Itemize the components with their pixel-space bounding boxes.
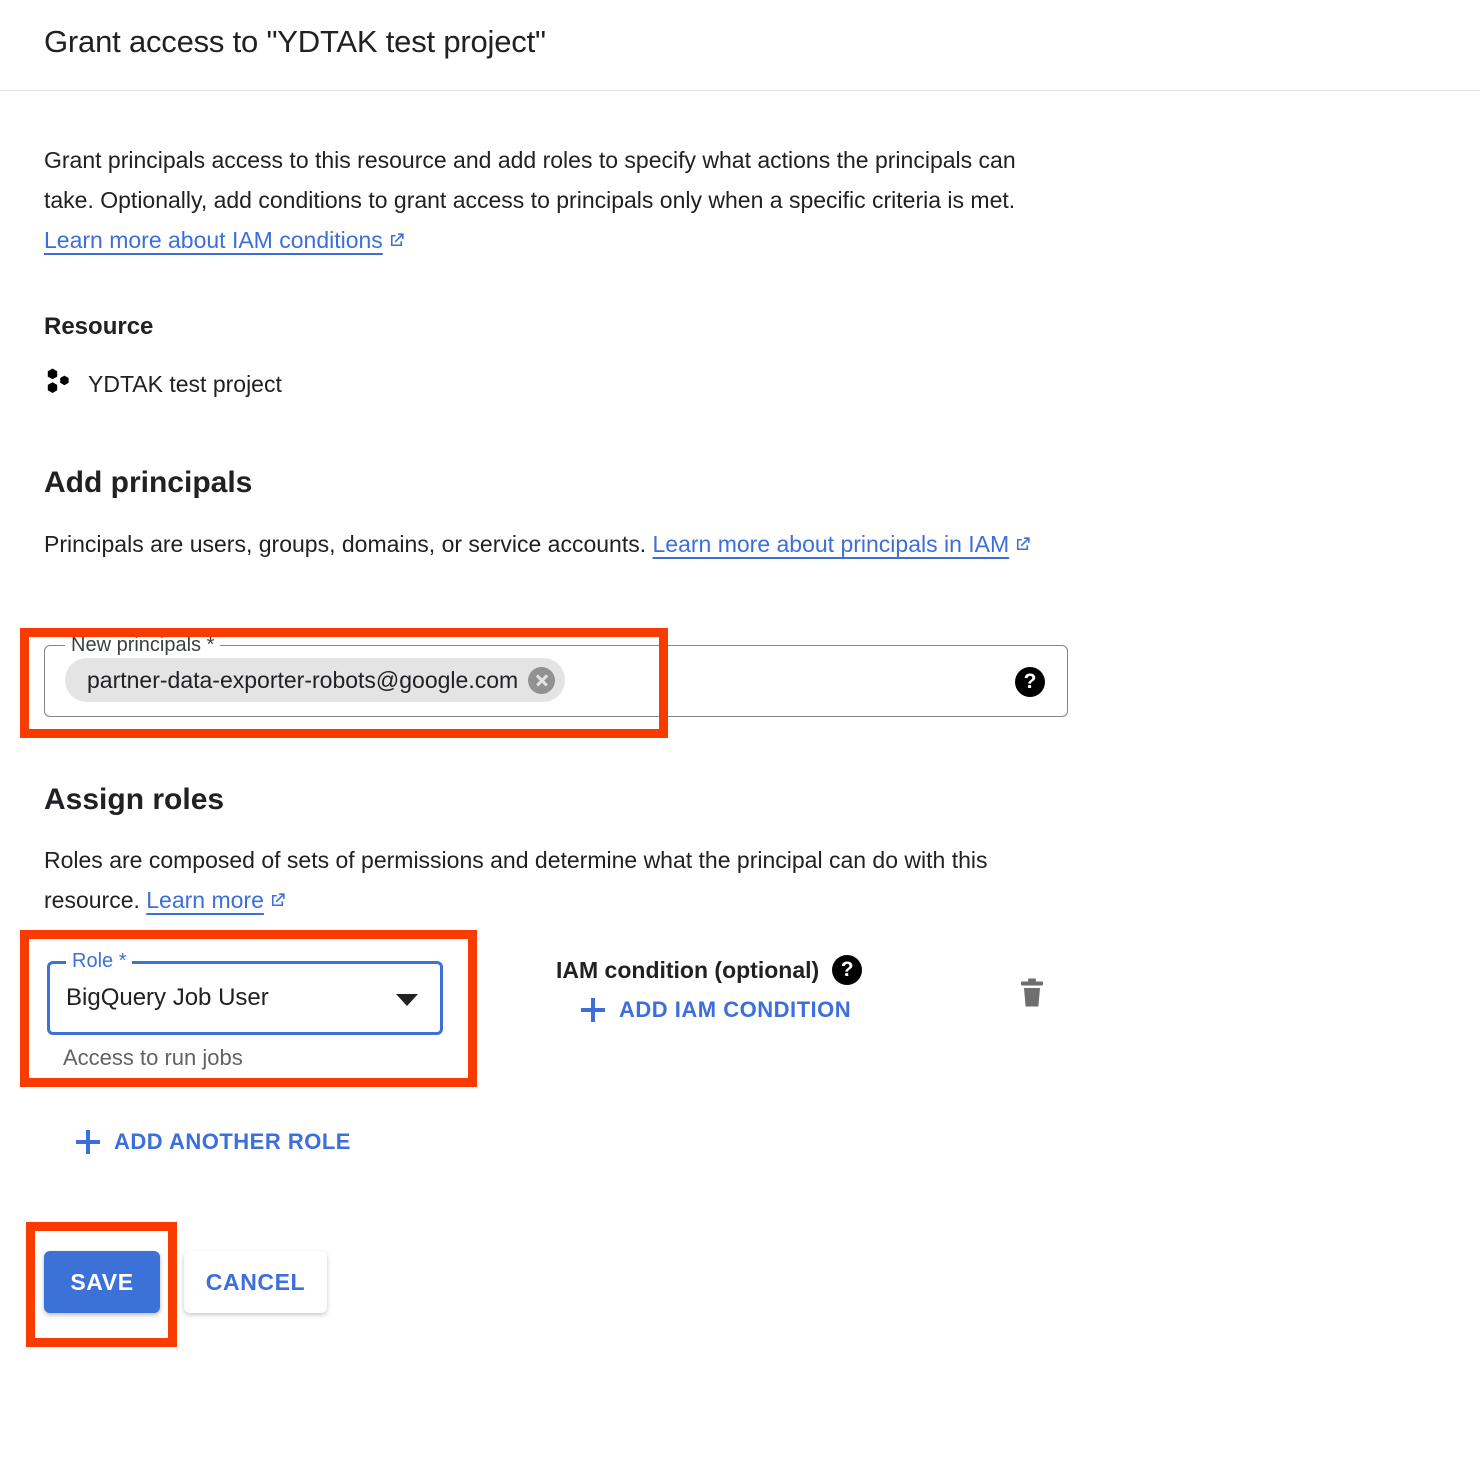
external-link-icon <box>268 882 287 922</box>
close-circle-icon[interactable] <box>528 666 556 694</box>
header-divider <box>0 90 1480 91</box>
page-title: Grant access to "YDTAK test project" <box>44 24 546 59</box>
assign-roles-heading: Assign roles <box>44 783 225 816</box>
new-principals-help-wrapper[interactable]: ? <box>1015 667 1045 697</box>
cancel-button[interactable]: CANCEL <box>184 1251 327 1313</box>
add-iam-condition-button[interactable]: ADD IAM CONDITION <box>581 997 851 1023</box>
help-icon[interactable]: ? <box>1015 667 1045 697</box>
intro-text: Grant principals access to this resource… <box>44 147 1016 213</box>
add-another-role-label: ADD ANOTHER ROLE <box>114 1129 351 1154</box>
learn-more-iam-conditions-link[interactable]: Learn more about IAM conditions <box>44 227 383 253</box>
iam-condition-label: IAM condition (optional) <box>556 957 820 983</box>
link-label: Learn more <box>146 887 264 913</box>
add-principals-description: Principals are users, groups, domains, o… <box>44 524 1059 566</box>
new-principals-field[interactable]: New principals * partner-data-exporter-r… <box>44 632 1068 717</box>
project-hexagons-icon <box>44 366 74 401</box>
principals-desc-text: Principals are users, groups, domains, o… <box>44 531 653 557</box>
trash-icon[interactable] <box>1019 977 1045 1009</box>
plus-icon <box>76 1130 100 1154</box>
learn-more-principals-link[interactable]: Learn more about principals in IAM <box>653 531 1010 557</box>
add-iam-condition-label: ADD IAM CONDITION <box>619 997 852 1022</box>
plus-icon <box>581 998 605 1022</box>
role-select[interactable]: Role * BigQuery Job User <box>47 948 443 1035</box>
learn-more-roles-link[interactable]: Learn more <box>146 887 264 913</box>
resource-row: YDTAK test project <box>44 366 282 401</box>
external-link-icon <box>387 222 406 262</box>
role-selected-value: BigQuery Job User <box>66 984 269 1011</box>
chevron-down-icon[interactable] <box>396 994 418 1006</box>
resource-name: YDTAK test project <box>88 370 282 397</box>
role-description-hint: Access to run jobs <box>63 1045 243 1070</box>
new-principals-label: New principals * <box>65 632 221 658</box>
principal-chip-label: partner-data-exporter-robots@google.com <box>87 666 519 693</box>
grant-access-dialog: Grant access to "YDTAK test project" Gra… <box>0 0 1480 1480</box>
link-label: Learn more about IAM conditions <box>44 227 383 253</box>
role-field-label: Role * <box>66 948 133 974</box>
add-principals-heading: Add principals <box>44 466 253 499</box>
principal-chip[interactable]: partner-data-exporter-robots@google.com <box>65 658 566 702</box>
intro-paragraph: Grant principals access to this resource… <box>44 140 1064 262</box>
iam-condition-label-row: IAM condition (optional) ? <box>556 954 863 986</box>
save-button[interactable]: SAVE <box>44 1251 160 1313</box>
link-label: Learn more about principals in IAM <box>652 531 1010 557</box>
assign-roles-description: Roles are composed of sets of permission… <box>44 840 1059 922</box>
add-another-role-button[interactable]: ADD ANOTHER ROLE <box>76 1129 351 1155</box>
help-icon[interactable]: ? <box>832 955 863 985</box>
external-link-icon <box>1013 526 1032 566</box>
resource-heading: Resource <box>44 313 154 340</box>
